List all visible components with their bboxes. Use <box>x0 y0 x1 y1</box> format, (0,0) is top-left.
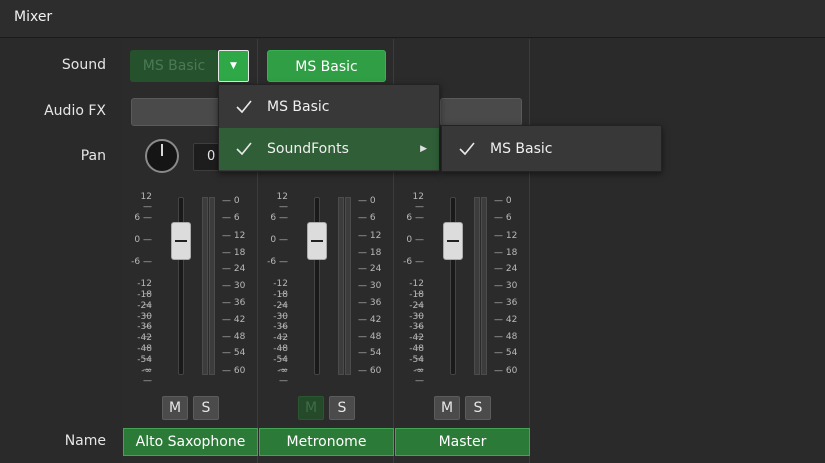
menu-item-soundfonts[interactable]: SoundFonts ▶ <box>219 128 439 170</box>
scale-right-label: — 30 <box>358 281 382 291</box>
scale-right-label: — 42 <box>494 315 518 325</box>
checkmark-icon <box>459 142 475 156</box>
menu-item-label: MS Basic <box>267 99 330 115</box>
solo-button-master[interactable]: S <box>465 396 491 420</box>
scale-right-label: — 18 <box>358 248 382 258</box>
checkmark-icon <box>236 142 252 156</box>
sound-dropdown-button[interactable]: ▼ <box>218 50 249 82</box>
level-meter-master <box>481 197 487 375</box>
sound-select-alto-saxophone[interactable]: MS Basic <box>130 50 218 82</box>
level-meter-alto-saxophone <box>202 197 208 375</box>
scale-left-label: -∞ — <box>141 366 152 386</box>
scale-left-label: 12 — <box>140 192 152 212</box>
scale-right-label: — 54 <box>494 348 518 358</box>
scale-right-label: — 60 <box>494 366 518 376</box>
scale-right-label: — 0 <box>222 196 240 206</box>
scale-left-label: 0 — <box>134 235 152 245</box>
mute-button-alto-saxophone[interactable]: M <box>162 396 188 420</box>
scale-right-label: — 24 <box>358 264 382 274</box>
scale-left-label: 0 — <box>270 235 288 245</box>
scale-right-label: — 42 <box>222 315 246 325</box>
scale-right-label: — 6 <box>358 213 376 223</box>
scale-right-label: — 12 <box>494 231 518 241</box>
level-meter-alto-saxophone <box>209 197 215 375</box>
menu-item-ms-basic[interactable]: MS Basic <box>219 86 439 128</box>
scale-right-label: — 18 <box>494 248 518 258</box>
menu-item-label: MS Basic <box>490 141 553 157</box>
scale-right-label: — 12 <box>358 231 382 241</box>
scale-left-label: -∞ — <box>277 366 288 386</box>
scale-left-label: 6 — <box>406 213 424 223</box>
mute-button-master[interactable]: M <box>434 396 460 420</box>
scale-left-label: -6 — <box>267 257 288 267</box>
level-meter-metronome <box>338 197 344 375</box>
audio-fx-slot-master[interactable] <box>440 98 522 126</box>
scale-left-label: 6 — <box>270 213 288 223</box>
scale-right-label: — 60 <box>222 366 246 376</box>
scale-right-label: — 48 <box>358 332 382 342</box>
scale-right-label: — 24 <box>222 264 246 274</box>
scale-left-label: 6 — <box>134 213 152 223</box>
sound-row-label: Sound <box>61 57 106 73</box>
scale-right-label: — 30 <box>222 281 246 291</box>
solo-button-alto-saxophone[interactable]: S <box>193 396 219 420</box>
mixer-header: Mixer <box>0 0 825 38</box>
fader-handle-master[interactable] <box>443 222 463 260</box>
scale-right-label: — 36 <box>358 298 382 308</box>
scale-left-label: -6 — <box>131 257 152 267</box>
channel-name-master[interactable]: Master <box>395 428 530 456</box>
scale-right-label: — 6 <box>494 213 512 223</box>
soundfonts-submenu: MS Basic <box>441 125 662 172</box>
panel-title: Mixer <box>14 9 53 25</box>
mute-button-metronome[interactable]: M <box>298 396 324 420</box>
level-meter-metronome <box>345 197 351 375</box>
submenu-arrow-icon: ▶ <box>420 144 427 154</box>
scale-right-label: — 30 <box>494 281 518 291</box>
scale-right-label: — 0 <box>358 196 376 206</box>
solo-button-metronome[interactable]: S <box>329 396 355 420</box>
fader-handle-metronome[interactable] <box>307 222 327 260</box>
pan-row-label: Pan <box>80 148 106 164</box>
scale-right-label: — 42 <box>358 315 382 325</box>
scale-right-label: — 60 <box>358 366 382 376</box>
level-meter-master <box>474 197 480 375</box>
scale-right-label: — 48 <box>222 332 246 342</box>
sound-dropdown-menu: MS Basic SoundFonts ▶ <box>218 84 440 172</box>
scale-right-label: — 12 <box>222 231 246 241</box>
name-row-label: Name <box>64 433 106 449</box>
scale-left-label: 12 — <box>412 192 424 212</box>
scale-right-label: — 24 <box>494 264 518 274</box>
audio-fx-slot-alto-saxophone[interactable] <box>131 98 221 126</box>
scale-right-label: — 36 <box>494 298 518 308</box>
scale-left-label: -6 — <box>403 257 424 267</box>
checkmark-icon <box>236 100 252 114</box>
submenu-item-ms-basic[interactable]: MS Basic <box>442 128 661 170</box>
scale-right-label: — 6 <box>222 213 240 223</box>
scale-right-label: — 54 <box>222 348 246 358</box>
audio-fx-row-label: Audio FX <box>44 103 106 119</box>
fader-handle-alto-saxophone[interactable] <box>171 222 191 260</box>
sound-select-metronome[interactable]: MS Basic <box>267 50 386 82</box>
pan-knob-alto-saxophone[interactable] <box>145 139 179 173</box>
menu-item-label: SoundFonts <box>267 141 349 157</box>
scale-right-label: — 54 <box>358 348 382 358</box>
channel-name-alto-saxophone[interactable]: Alto Saxophone <box>123 428 258 456</box>
scale-left-label: 0 — <box>406 235 424 245</box>
scale-right-label: — 36 <box>222 298 246 308</box>
scale-left-label: 12 — <box>276 192 288 212</box>
scale-right-label: — 48 <box>494 332 518 342</box>
chevron-down-icon: ▼ <box>230 61 237 71</box>
scale-left-label: -∞ — <box>413 366 424 386</box>
scale-right-label: — 18 <box>222 248 246 258</box>
channel-name-metronome[interactable]: Metronome <box>259 428 394 456</box>
scale-right-label: — 0 <box>494 196 512 206</box>
